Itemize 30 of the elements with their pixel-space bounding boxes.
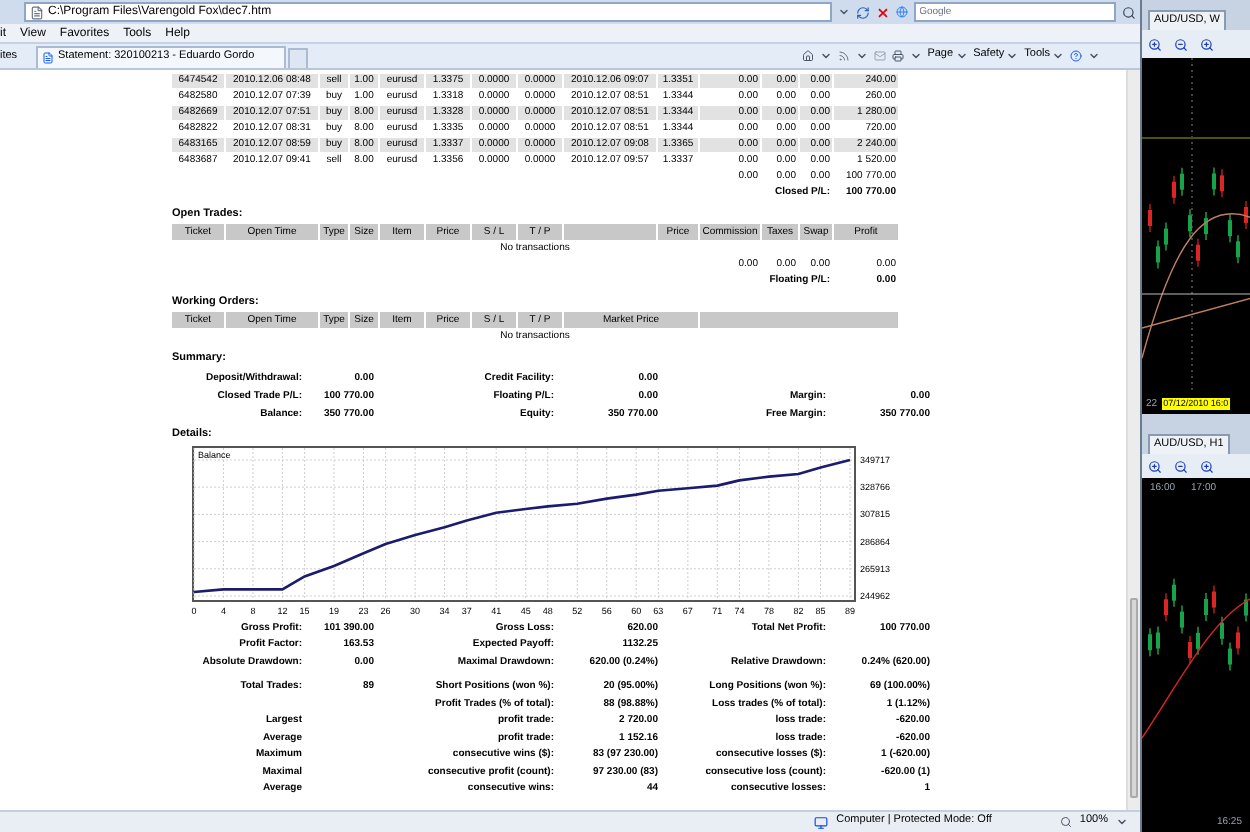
zoom-in-icon[interactable] <box>1200 37 1214 51</box>
caret-icon <box>1116 816 1128 828</box>
zoom-in-icon[interactable] <box>1148 37 1162 51</box>
caret-icon <box>909 50 922 62</box>
globe-icon <box>895 6 908 18</box>
zoom-out-icon[interactable] <box>1174 37 1188 51</box>
zoom-in-icon[interactable] <box>1148 459 1162 473</box>
printer-icon[interactable] <box>891 50 904 62</box>
page-icon <box>30 5 44 19</box>
caret-icon <box>1088 50 1100 62</box>
feed-icon[interactable] <box>837 50 850 62</box>
caret-icon <box>1052 50 1064 62</box>
zoom-in-icon[interactable] <box>1200 459 1214 473</box>
refresh-icon[interactable] <box>855 5 870 19</box>
scroll-thumb[interactable] <box>1130 598 1138 798</box>
help-icon[interactable] <box>1070 50 1082 62</box>
computer-icon <box>814 815 829 829</box>
search-icon[interactable] <box>1122 5 1136 19</box>
page-icon <box>42 52 54 64</box>
caret-icon <box>819 50 832 62</box>
header-cell <box>564 224 656 240</box>
zoom-out-icon[interactable] <box>1174 459 1188 473</box>
zoom-icon[interactable] <box>1059 816 1072 828</box>
scrollbar[interactable] <box>1126 70 1140 810</box>
close-icon[interactable] <box>875 5 890 19</box>
home-icon[interactable] <box>801 50 814 62</box>
caret-icon <box>837 6 850 18</box>
caret-icon <box>1006 50 1019 62</box>
caret-icon <box>955 50 968 62</box>
caret-icon <box>855 50 868 62</box>
